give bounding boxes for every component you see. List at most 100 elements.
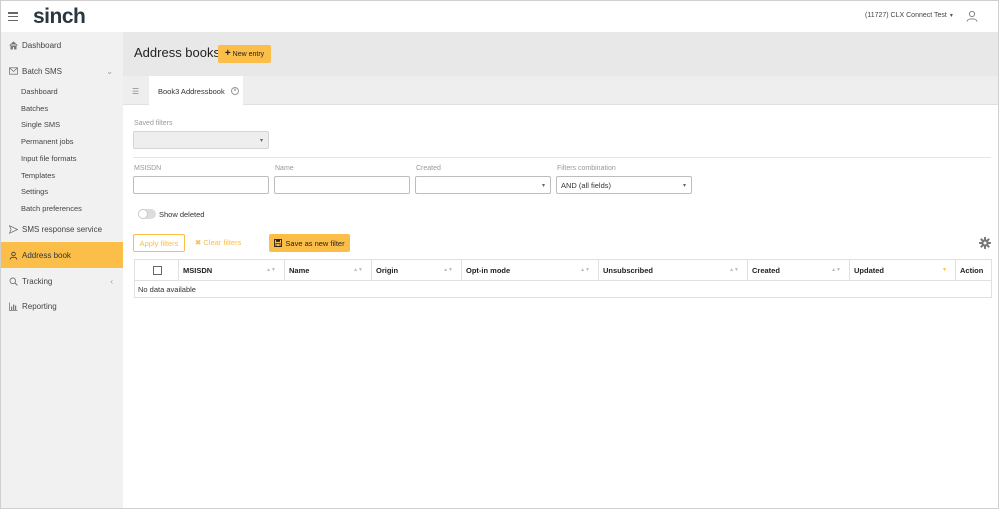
- plus-icon: +: [224, 48, 231, 59]
- column-header-opt-in-mode[interactable]: Opt-in mode ▲▼: [462, 260, 599, 280]
- sidebar-item-label: Address book: [22, 250, 71, 260]
- created-label: Created: [416, 165, 441, 172]
- name-input[interactable]: [274, 176, 410, 194]
- column-header-action: Action: [956, 260, 991, 280]
- sidebar-subitem-single-sms[interactable]: Single SMS: [21, 120, 60, 129]
- created-select[interactable]: ▾: [415, 176, 551, 194]
- user-icon[interactable]: [966, 10, 978, 22]
- tabs-strip: ☰ Book3 Addressbook ×: [123, 76, 998, 106]
- close-icon[interactable]: ×: [231, 87, 239, 95]
- column-header-msisdn[interactable]: MSISDN ▲▼: [179, 260, 285, 280]
- gear-icon[interactable]: [979, 237, 991, 249]
- saved-filters-label: Saved filters: [134, 120, 173, 127]
- list-icon[interactable]: ☰: [132, 87, 139, 96]
- envelope-icon: [8, 66, 18, 76]
- sidebar-item-dashboard[interactable]: Dashboard: [1, 39, 123, 51]
- sidebar-subitem-batches[interactable]: Batches: [21, 104, 48, 113]
- column-header-created[interactable]: Created ▲▼: [748, 260, 850, 280]
- save-as-new-filter-button[interactable]: Save as new filter: [269, 234, 350, 252]
- save-filter-label: Save as new filter: [285, 238, 345, 248]
- clear-filters-button[interactable]: ✖ Clear filters: [195, 238, 241, 247]
- select-all-checkbox[interactable]: [153, 265, 162, 275]
- column-label: Updated: [854, 265, 884, 275]
- account-selector[interactable]: (11727) CLX Connect Test ▾: [865, 12, 953, 19]
- caret-down-icon: ▾: [259, 138, 263, 144]
- top-bar: sinch (11727) CLX Connect Test ▾: [1, 1, 998, 32]
- empty-table-message: No data available: [138, 284, 196, 294]
- home-icon: [8, 40, 18, 50]
- floppy-disk-icon: [274, 239, 283, 247]
- sidebar-item-tracking[interactable]: Tracking ‹: [1, 275, 123, 287]
- sinch-logo[interactable]: sinch: [33, 5, 86, 29]
- caret-down-icon: ▾: [949, 13, 953, 19]
- sidebar-item-reporting[interactable]: Reporting: [1, 300, 123, 312]
- tab-book3-addressbook[interactable]: Book3 Addressbook ×: [149, 76, 243, 106]
- new-entry-label: New entry: [232, 50, 265, 58]
- account-name: (11727) CLX Connect Test: [865, 12, 947, 19]
- chevron-left-icon: ‹: [110, 276, 113, 286]
- caret-down-icon: ▾: [541, 183, 545, 189]
- msisdn-label: MSISDN: [134, 165, 162, 172]
- sidebar-item-sms-response[interactable]: SMS response service: [1, 223, 123, 235]
- clear-filters-label: Clear filters: [203, 238, 242, 247]
- sort-icon: ▲▼: [266, 267, 276, 273]
- sidebar-item-batch-sms[interactable]: Batch SMS ⌄: [1, 65, 123, 77]
- sidebar-item-address-book[interactable]: Address book: [1, 242, 123, 268]
- send-icon: [8, 224, 18, 234]
- column-header-name[interactable]: Name ▲▼: [285, 260, 372, 280]
- new-entry-button[interactable]: + New entry: [218, 45, 271, 63]
- column-label: Action: [960, 265, 984, 275]
- column-header-origin[interactable]: Origin ▲▼: [372, 260, 462, 280]
- column-label: MSISDN: [183, 265, 213, 275]
- show-deleted-label: Show deleted: [159, 210, 205, 219]
- search-icon: [8, 276, 18, 286]
- sidebar-subitem-permanent-jobs[interactable]: Permanent jobs: [21, 137, 74, 146]
- sidebar-item-label: Tracking: [22, 276, 53, 286]
- sidebar-subitem-settings[interactable]: Settings: [21, 187, 48, 196]
- chevron-down-icon: ⌄: [106, 66, 113, 76]
- sidebar-subitem-templates[interactable]: Templates: [21, 171, 55, 180]
- apply-filters-button[interactable]: Apply filters: [133, 234, 185, 252]
- filters-combination-select[interactable]: AND (all fields) ▾: [556, 176, 692, 194]
- sort-icon: ▲▼: [831, 267, 841, 273]
- sort-icon: ▲▼: [729, 267, 739, 273]
- page-title: Address books: [134, 45, 220, 60]
- tab-label: Book3 Addressbook: [158, 86, 225, 96]
- hamburger-menu-icon[interactable]: [8, 12, 18, 21]
- divider: [133, 157, 991, 158]
- column-label: Unsubscribed: [603, 265, 654, 275]
- sort-icon: ▲▼: [443, 267, 453, 273]
- column-header-updated[interactable]: Updated ▼: [850, 260, 956, 280]
- sidebar-subitem-batch-preferences[interactable]: Batch preferences: [21, 204, 82, 213]
- filters-combination-value: AND (all fields): [561, 180, 612, 190]
- address-book-table: MSISDN ▲▼ Name ▲▼ Origin ▲▼ Opt-in mode ▲▼ U…: [134, 259, 992, 298]
- sidebar-item-label: Batch SMS: [22, 66, 63, 76]
- sidebar-subitem-dashboard[interactable]: Dashboard: [21, 87, 58, 96]
- sidebar-item-label: SMS response service: [22, 224, 103, 234]
- filters-combination-label: Filters combination: [557, 165, 616, 172]
- bar-chart-icon: [8, 301, 18, 311]
- column-header-unsubscribed[interactable]: Unsubscribed ▲▼: [599, 260, 748, 280]
- sort-icon: ▲▼: [580, 267, 590, 273]
- column-label: Opt-in mode: [466, 265, 511, 275]
- saved-filters-select: ▾: [133, 131, 269, 149]
- column-label: Created: [752, 265, 780, 275]
- sort-icon: ▲▼: [353, 267, 363, 273]
- select-all-cell: [135, 260, 179, 280]
- clear-icon: ✖: [195, 238, 202, 247]
- toggle-knob: [138, 209, 148, 219]
- sidebar-item-label: Reporting: [22, 301, 57, 311]
- msisdn-input[interactable]: [133, 176, 269, 194]
- sort-down-icon: ▼: [942, 267, 947, 273]
- page-header: Address books + New entry: [123, 32, 998, 76]
- address-book-icon: [8, 250, 18, 260]
- column-label: Name: [289, 265, 310, 275]
- column-label: Origin: [376, 265, 399, 275]
- sidebar-item-label: Dashboard: [22, 40, 62, 50]
- sidebar: Dashboard Batch SMS ⌄ Dashboard Batches …: [1, 32, 123, 508]
- sidebar-subitem-input-file-formats[interactable]: Input file formats: [21, 154, 76, 163]
- show-deleted-toggle[interactable]: [138, 209, 156, 219]
- table-header: MSISDN ▲▼ Name ▲▼ Origin ▲▼ Opt-in mode ▲▼ U…: [135, 260, 991, 281]
- name-label: Name: [275, 165, 294, 172]
- caret-down-icon: ▾: [682, 183, 686, 189]
